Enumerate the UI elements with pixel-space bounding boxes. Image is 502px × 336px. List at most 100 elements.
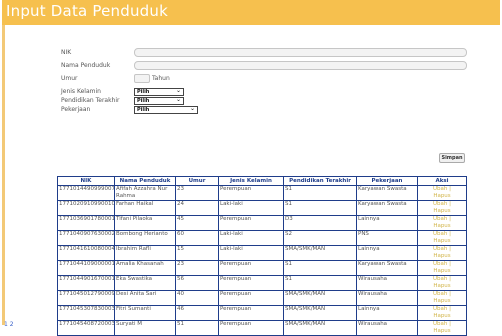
- cell-pendidikan: SMA/SMK/MAN: [283, 305, 357, 321]
- cell-nik: 1771045012790009: [57, 290, 115, 306]
- col-header-nama: Nama Penduduk: [114, 176, 176, 186]
- col-header-umur: Umur: [175, 176, 219, 186]
- cell-nik: 1771044901670001: [57, 275, 115, 291]
- pendidikan-label: Pendidikan Terakhir: [61, 97, 120, 104]
- hapus-link[interactable]: Hapus: [433, 238, 450, 244]
- cell-umur: 45: [175, 215, 219, 231]
- cell-jenis-kelamin: Laki-laki: [218, 245, 284, 261]
- cell-nik: 1771036901780001: [57, 215, 115, 231]
- col-header-pendidikan: Pendidikan Terakhir: [283, 176, 357, 186]
- umur-input[interactable]: [134, 74, 150, 83]
- cell-umur: 15: [175, 245, 219, 261]
- cell-jenis-kelamin: Perempuan: [218, 260, 284, 276]
- action-separator: |: [449, 231, 451, 238]
- hapus-link[interactable]: Hapus: [433, 328, 450, 334]
- ubah-link[interactable]: Ubah: [433, 217, 447, 223]
- cell-pendidikan: S1: [283, 200, 357, 216]
- cell-jenis-kelamin: Perempuan: [218, 215, 284, 231]
- table-row: 1771044901670001 Eka Swastika 56 Perempuan S…: [57, 275, 467, 291]
- cell-aksi: Ubah | Hapus: [417, 230, 467, 246]
- cell-nama: Afifah Azzahra Nur Rahma: [114, 185, 176, 201]
- jenis-kelamin-value: Pilih: [137, 89, 150, 95]
- hapus-link[interactable]: Hapus: [433, 283, 450, 289]
- cell-pekerjaan: Lainnya: [356, 305, 418, 321]
- cell-pendidikan: S1: [283, 275, 357, 291]
- cell-nik: 1771045307830003: [57, 305, 115, 321]
- action-separator: |: [449, 216, 451, 223]
- cell-pendidikan: S1: [283, 260, 357, 276]
- nik-input[interactable]: [134, 48, 467, 57]
- pagination[interactable]: 1 2: [4, 321, 14, 328]
- title-bar: Input Data Penduduk: [2, 0, 500, 25]
- action-separator: |: [449, 321, 451, 328]
- action-separator: |: [449, 201, 451, 208]
- action-separator: |: [449, 186, 451, 193]
- ubah-link[interactable]: Ubah: [433, 247, 447, 253]
- cell-aksi: Ubah | Hapus: [417, 320, 467, 336]
- table-row: 1771044109000001 Amalia Khasanah 23 Perempu…: [57, 260, 467, 276]
- penduduk-table: NIK Nama Penduduk Umur Jenis Kelamin Pen…: [57, 176, 467, 336]
- cell-jenis-kelamin: Perempuan: [218, 185, 284, 201]
- cell-pendidikan: S2: [283, 230, 357, 246]
- cell-pendidikan: D3: [283, 215, 357, 231]
- ubah-link[interactable]: Ubah: [433, 322, 447, 328]
- ubah-link[interactable]: Ubah: [433, 202, 447, 208]
- cell-pekerjaan: Wirausaha: [356, 320, 418, 336]
- table-row: 1771036901780001 Tifani Pilaoka 45 Perempua…: [57, 215, 467, 231]
- table-row: 1771045408720003 Suryati M 51 Perempuan SMA/…: [57, 320, 467, 336]
- ubah-link[interactable]: Ubah: [433, 232, 447, 238]
- ubah-link[interactable]: Ubah: [433, 277, 447, 283]
- col-header-nik: NIK: [57, 176, 115, 186]
- cell-aksi: Ubah | Hapus: [417, 185, 467, 201]
- nama-input[interactable]: [134, 61, 467, 70]
- hapus-link[interactable]: Hapus: [433, 313, 450, 319]
- cell-nama: Farhan Haikal: [114, 200, 176, 216]
- cell-nama: Eka Swastika: [114, 275, 176, 291]
- col-header-aksi: Aksi: [417, 176, 467, 186]
- cell-jenis-kelamin: Perempuan: [218, 305, 284, 321]
- cell-umur: 40: [175, 290, 219, 306]
- cell-pekerjaan: Wirausaha: [356, 275, 418, 291]
- cell-pekerjaan: Karyawan Swasta: [356, 185, 418, 201]
- cell-pekerjaan: Wirausaha: [356, 290, 418, 306]
- ubah-link[interactable]: Ubah: [433, 187, 447, 193]
- cell-pekerjaan: Lainnya: [356, 245, 418, 261]
- cell-umur: 60: [175, 230, 219, 246]
- jenis-kelamin-select[interactable]: Pilih ⌄: [134, 88, 184, 96]
- hapus-link[interactable]: Hapus: [433, 223, 450, 229]
- pekerjaan-select[interactable]: Pilih ⌄: [134, 106, 198, 114]
- simpan-button[interactable]: Simpan: [439, 153, 465, 163]
- cell-nama: Ibrahim Rafli: [114, 245, 176, 261]
- hapus-link[interactable]: Hapus: [433, 193, 450, 199]
- jenis-kelamin-label: Jenis Kelamin: [61, 88, 101, 95]
- cell-aksi: Ubah | Hapus: [417, 275, 467, 291]
- cell-nik: 1771020910990010: [57, 200, 115, 216]
- cell-umur: 46: [175, 305, 219, 321]
- pekerjaan-value: Pilih: [137, 107, 150, 113]
- table-row: 1771040907630002 Bombong Herianto 60 Laki-l…: [57, 230, 467, 246]
- action-separator: |: [449, 246, 451, 253]
- hapus-link[interactable]: Hapus: [433, 208, 450, 214]
- ubah-link[interactable]: Ubah: [433, 307, 447, 313]
- cell-pendidikan: SMA/SMK/MAN: [283, 245, 357, 261]
- col-header-jenis-kelamin: Jenis Kelamin: [218, 176, 284, 186]
- cell-nama: Desi Anita Sari: [114, 290, 176, 306]
- hapus-link[interactable]: Hapus: [433, 268, 450, 274]
- hapus-link[interactable]: Hapus: [433, 298, 450, 304]
- pendidikan-select[interactable]: Pilih ⌄: [134, 97, 184, 105]
- nik-label: NIK: [61, 49, 72, 56]
- ubah-link[interactable]: Ubah: [433, 262, 447, 268]
- cell-jenis-kelamin: Perempuan: [218, 320, 284, 336]
- cell-aksi: Ubah | Hapus: [417, 260, 467, 276]
- cell-jenis-kelamin: Laki-laki: [218, 230, 284, 246]
- hapus-link[interactable]: Hapus: [433, 253, 450, 259]
- cell-jenis-kelamin: Perempuan: [218, 290, 284, 306]
- action-separator: |: [449, 291, 451, 298]
- ubah-link[interactable]: Ubah: [433, 292, 447, 298]
- action-separator: |: [449, 306, 451, 313]
- cell-pekerjaan: Karyawan Swasta: [356, 200, 418, 216]
- table-row: 1771045012790009 Desi Anita Sari 40 Perempu…: [57, 290, 467, 306]
- pekerjaan-label: Pekerjaan: [61, 106, 91, 113]
- chevron-down-icon: ⌄: [175, 87, 181, 94]
- nama-label: Nama Penduduk: [61, 62, 111, 69]
